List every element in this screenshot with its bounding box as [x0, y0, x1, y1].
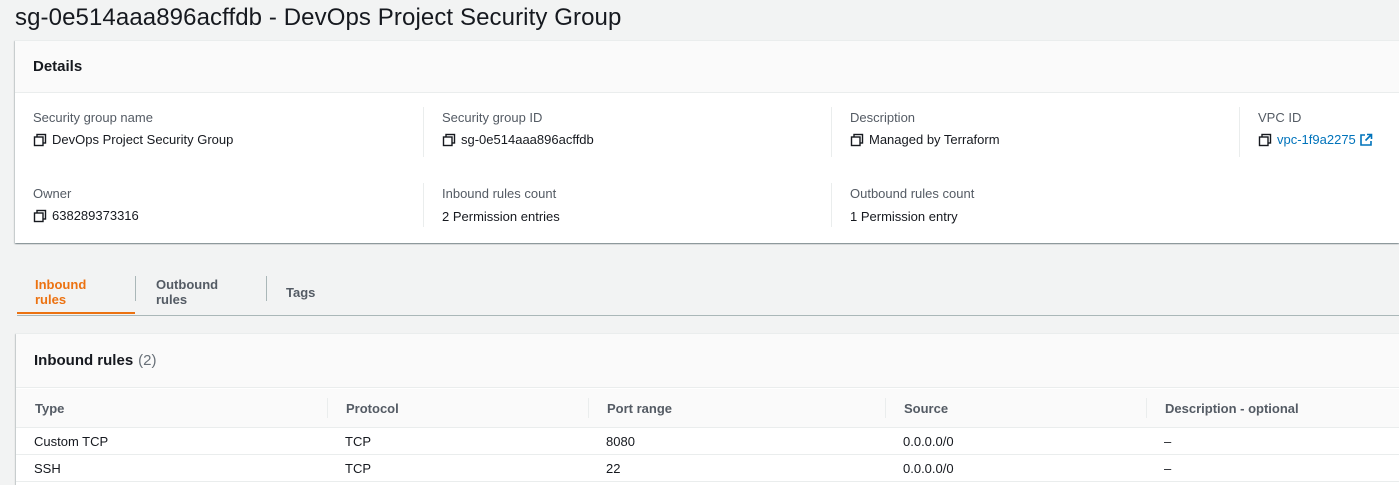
sg-id-field: Security group ID sg-0e514aaa896acffdb: [442, 110, 594, 148]
column-divider: [1239, 107, 1240, 157]
cell-source: 0.0.0.0/0: [903, 433, 954, 449]
tab-outbound-rules[interactable]: Outbound rules: [138, 272, 268, 312]
owner-value: 638289373316: [52, 208, 139, 223]
cell-description: –: [1164, 433, 1172, 449]
copy-icon[interactable]: [442, 133, 456, 147]
details-title: Details: [33, 58, 83, 75]
details-header: Details: [15, 41, 1399, 93]
external-link-icon[interactable]: [1359, 133, 1373, 147]
description-label: Description: [850, 110, 916, 125]
copy-icon[interactable]: [1258, 133, 1272, 147]
column-separator: [588, 398, 589, 418]
copy-icon[interactable]: [850, 133, 864, 147]
details-panel: Details Security group name DevOps Proje…: [15, 40, 1399, 243]
cell-type: SSH: [34, 460, 61, 476]
cell-protocol: TCP: [345, 433, 371, 449]
description-value: Managed by Terraform: [869, 132, 1000, 147]
cell-protocol: TCP: [345, 460, 371, 476]
inbound-rules-panel: Inbound rules (2) Type Protocol Port ran…: [16, 333, 1399, 485]
inbound-count-value: 2 Permission entries: [442, 209, 560, 224]
description-field: Description Managed by Terraform: [850, 110, 1000, 148]
owner-field: Owner 638289373316: [33, 186, 139, 224]
cell-type: Custom TCP: [34, 433, 109, 449]
tab-label: Outbound rules: [156, 277, 219, 307]
sg-id-label: Security group ID: [442, 110, 543, 125]
table-row: SSH TCP 22 0.0.0.0/0 –: [16, 455, 1399, 482]
outbound-count-label: Outbound rules count: [850, 186, 975, 201]
inbound-rules-title: Inbound rules: [34, 352, 134, 369]
copy-icon[interactable]: [33, 133, 47, 147]
vpc-id-field: VPC ID vpc-1f9a2275: [1258, 110, 1373, 148]
sg-name-value: DevOps Project Security Group: [52, 132, 234, 147]
column-header-type[interactable]: Type: [35, 389, 64, 427]
cell-description: –: [1164, 460, 1172, 476]
inbound-rules-header: Inbound rules (2): [16, 334, 1399, 388]
sg-id-value: sg-0e514aaa896acffdb: [461, 132, 594, 147]
tab-inbound-rules[interactable]: Inbound rules: [17, 272, 135, 314]
column-header-protocol[interactable]: Protocol: [346, 389, 399, 427]
outbound-count-value: 1 Permission entry: [850, 209, 958, 224]
tab-label: Tags: [286, 284, 316, 300]
tab-tags[interactable]: Tags: [268, 272, 338, 312]
vpc-id-link[interactable]: vpc-1f9a2275: [1277, 132, 1356, 148]
tab-bar: Inbound rules Outbound rules Tags: [17, 272, 1399, 316]
outbound-count-field: Outbound rules count 1 Permission entry: [850, 186, 974, 225]
column-separator: [885, 398, 886, 418]
page-title: sg-0e514aaa896acffdb - DevOps Project Se…: [15, 4, 622, 31]
owner-label: Owner: [33, 186, 72, 201]
sg-name-label: Security group name: [33, 110, 153, 125]
column-divider: [831, 183, 832, 227]
inbound-count-field: Inbound rules count 2 Permission entries: [442, 186, 560, 225]
column-divider: [423, 107, 424, 157]
inbound-count-label: Inbound rules count: [442, 186, 557, 201]
column-separator: [1146, 398, 1147, 418]
copy-icon[interactable]: [33, 209, 47, 223]
table-row: Custom TCP TCP 8080 0.0.0.0/0 –: [16, 428, 1399, 455]
sg-name-field: Security group name DevOps Project Secur…: [33, 110, 233, 148]
cell-port-range: 22: [606, 460, 621, 476]
column-header-description[interactable]: Description - optional: [1165, 389, 1299, 427]
column-divider: [831, 107, 832, 157]
table-header: Type Protocol Port range Source Descript…: [16, 389, 1399, 428]
column-header-port-range[interactable]: Port range: [607, 389, 672, 427]
cell-port-range: 8080: [606, 433, 635, 449]
tab-separator: [266, 276, 267, 301]
tab-separator: [135, 276, 136, 301]
cell-source: 0.0.0.0/0: [903, 460, 954, 476]
column-divider: [423, 183, 424, 227]
column-header-source[interactable]: Source: [904, 389, 948, 427]
vpc-id-label: VPC ID: [1258, 110, 1302, 125]
inbound-rules-count: (2): [138, 352, 157, 369]
tab-label: Inbound rules: [35, 277, 87, 307]
column-separator: [327, 398, 328, 418]
